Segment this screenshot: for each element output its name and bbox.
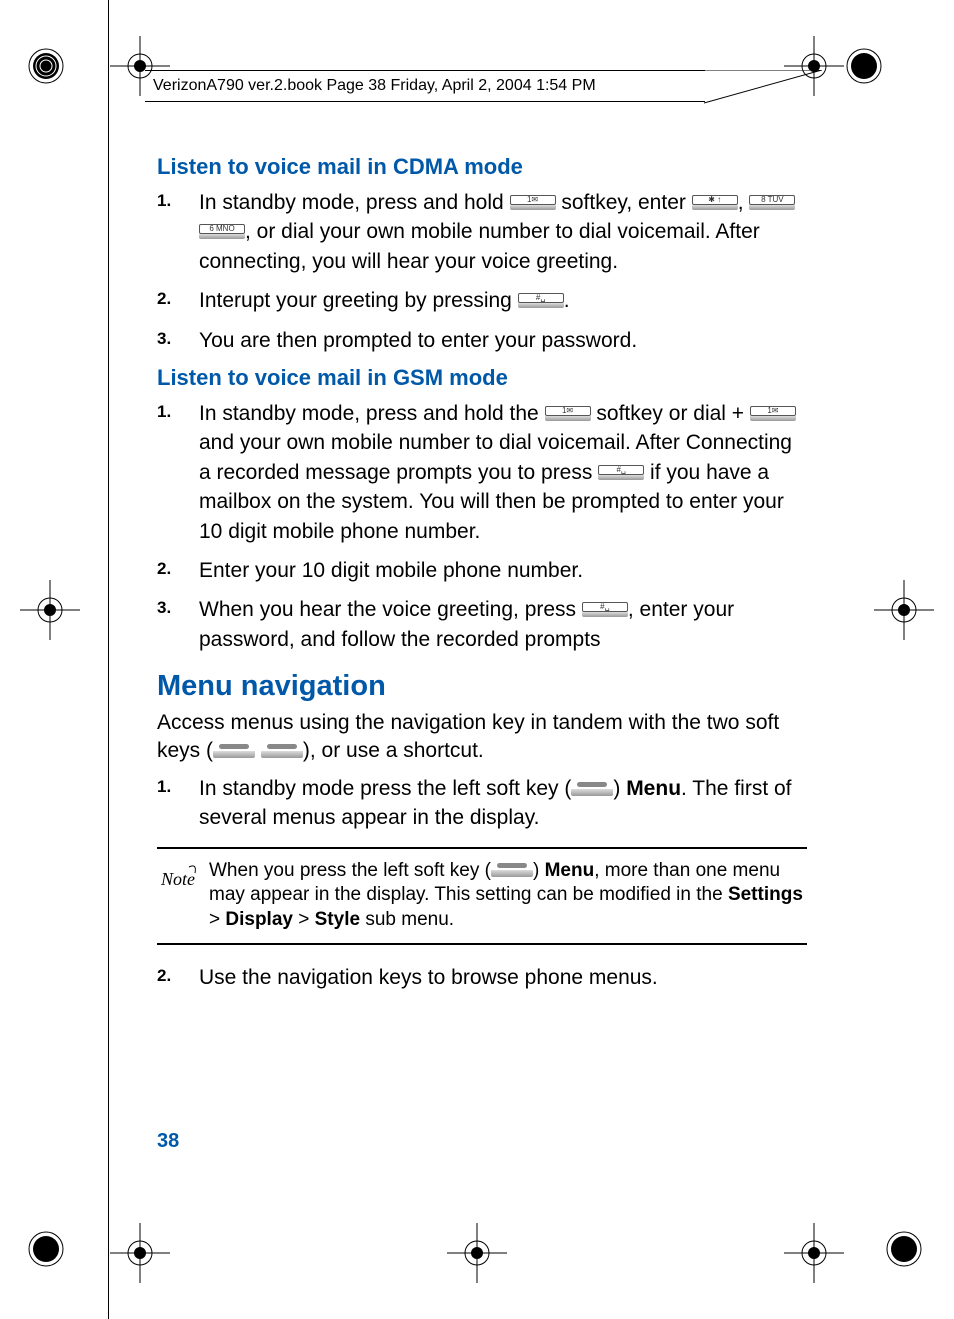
note-text: When you press the left soft key () Menu… [209,859,807,933]
menu-list-2: 2. Use the navigation keys to browse pho… [157,963,807,992]
list-item: 1. In standby mode press the left soft k… [157,774,807,833]
list-number: 1. [157,188,199,276]
gsm-list: 1. In standby mode, press and hold the 1… [157,399,807,654]
key-hash-icon: #␣ [582,602,628,617]
menu-navigation-title: Menu navigation [157,670,807,703]
list-number: 3. [157,326,199,355]
key-1-icon: 1✉ [510,195,556,210]
crop-mark-tr [846,48,926,128]
crop-mark-bl2 [110,1223,170,1283]
soft-key-right-icon [261,743,303,758]
crop-mark-right [874,580,934,640]
list-item: 1. In standby mode, press and hold the 1… [157,399,807,546]
list-body: In standby mode, press and hold 1✉ softk… [199,188,807,276]
list-number: 2. [157,556,199,585]
list-item: 1. In standby mode, press and hold 1✉ so… [157,188,807,276]
section-gsm-title: Listen to voice mail in GSM mode [157,365,807,391]
list-number: 1. [157,774,199,833]
key-6-icon: 6 MNO [199,224,245,239]
list-body: You are then prompted to enter your pass… [199,326,807,355]
list-item: 3. When you hear the voice greeting, pre… [157,595,807,654]
page-rule-left [108,0,109,1319]
crop-mark-left [20,580,80,640]
soft-key-left-icon [213,743,255,758]
header-text: VerizonA790 ver.2.book Page 38 Friday, A… [153,77,596,94]
list-body: When you hear the voice greeting, press … [199,595,807,654]
document-header: VerizonA790 ver.2.book Page 38 Friday, A… [145,70,705,102]
key-8-icon: 8 TUV [749,195,795,210]
key-hash-icon: #␣ [598,465,644,480]
list-number: 2. [157,963,199,992]
key-1-icon: 1✉ [545,406,591,421]
list-body: In standby mode, press and hold the 1✉ s… [199,399,807,546]
list-body: Use the navigation keys to browse phone … [199,963,807,992]
crop-mark-bottom [447,1223,507,1283]
list-item: 2. Interupt your greeting by pressing #␣… [157,286,807,315]
svg-text:Note: Note [160,869,195,889]
list-item: 2. Enter your 10 digit mobile phone numb… [157,556,807,585]
header-diagonal [704,70,822,104]
key-star-icon: ✱ ↑ [692,195,738,210]
soft-key-left-icon [571,781,613,796]
section-cdma-title: Listen to voice mail in CDMA mode [157,154,807,180]
list-number: 3. [157,595,199,654]
crop-mark-bl [28,1191,108,1271]
crop-mark-br2 [784,1223,844,1283]
note-block: Note When you press the left soft key ()… [157,847,807,945]
page-number: 38 [157,1130,179,1153]
list-body: Enter your 10 digit mobile phone number. [199,556,807,585]
key-hash-icon: #␣ [518,293,564,308]
menu-bold: Menu [626,777,681,800]
key-1-icon: 1✉ [750,406,796,421]
note-icon: Note [157,859,201,933]
list-body: Interupt your greeting by pressing #␣. [199,286,807,315]
soft-key-left-icon [491,862,533,877]
list-number: 2. [157,286,199,315]
menu-intro: Access menus using the navigation key in… [157,709,807,766]
cdma-list: 1. In standby mode, press and hold 1✉ so… [157,188,807,355]
list-item: 3. You are then prompted to enter your p… [157,326,807,355]
list-body: In standby mode press the left soft key … [199,774,807,833]
crop-mark-br [846,1191,926,1271]
list-number: 1. [157,399,199,546]
crop-mark-tl [28,48,108,128]
menu-list: 1. In standby mode press the left soft k… [157,774,807,833]
list-item: 2. Use the navigation keys to browse pho… [157,963,807,992]
